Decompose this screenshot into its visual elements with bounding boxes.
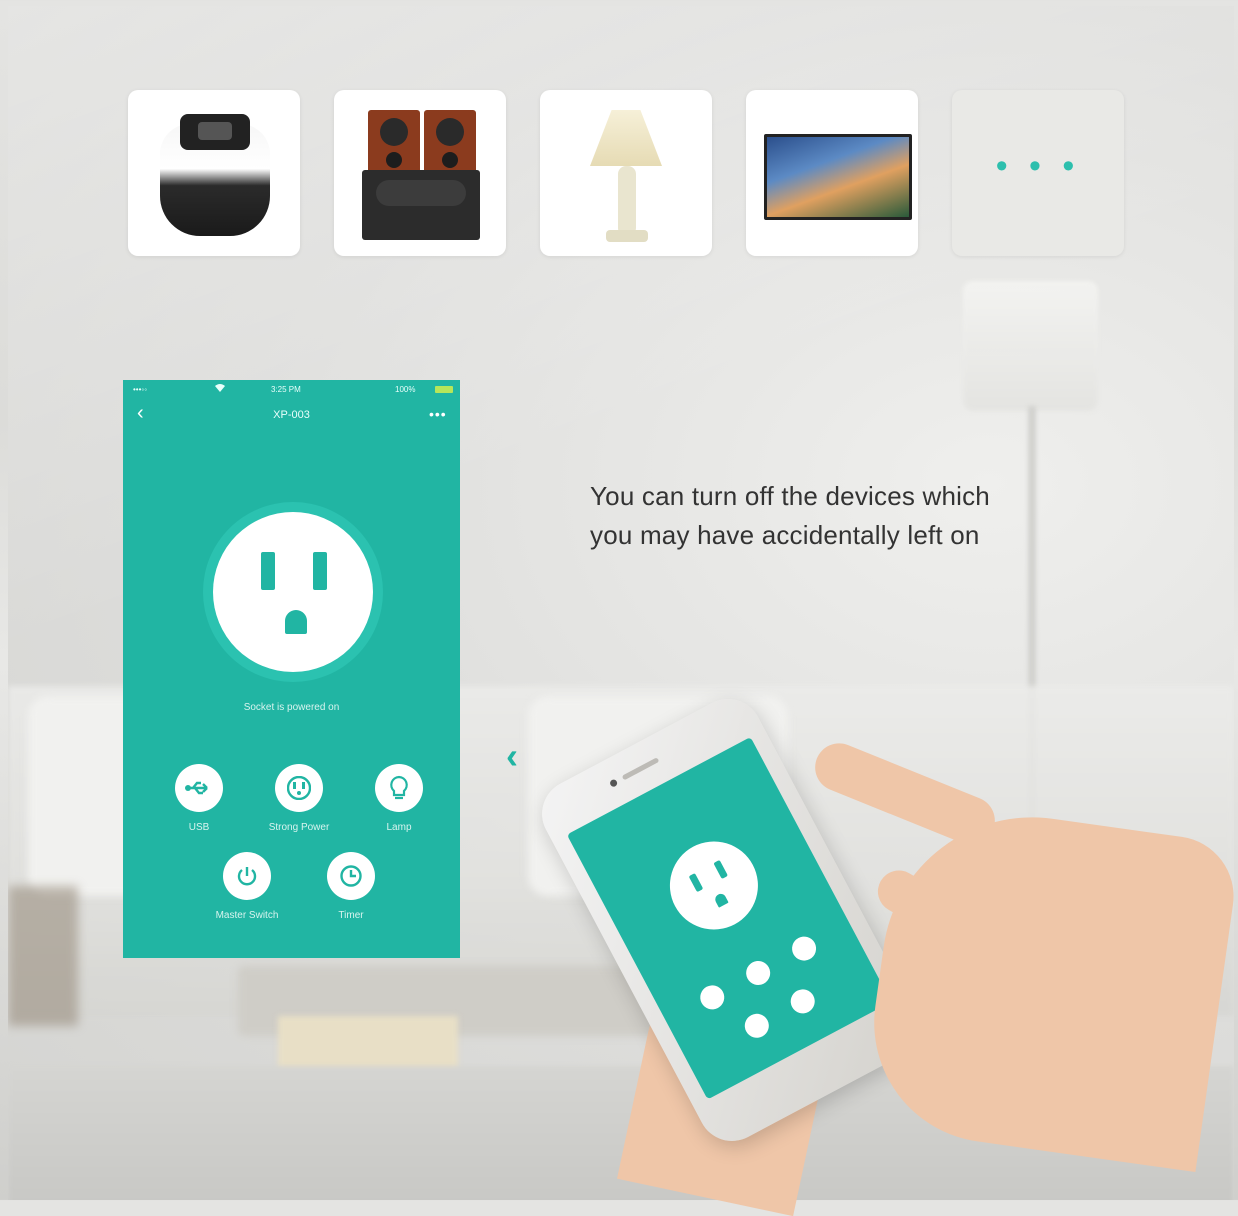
socket-status-text: Socket is powered on (243, 702, 340, 713)
outlet-slot-icon (688, 873, 704, 893)
product-tiles: • • • (128, 90, 1124, 256)
control-label: Lamp (386, 822, 412, 833)
control-label: Strong Power (268, 822, 330, 833)
signal-icon: •••◦◦ (133, 385, 148, 394)
status-time: 3:25 PM (271, 385, 301, 394)
lamp-shade-image (590, 110, 662, 166)
tile-rice-cooker[interactable] (128, 90, 300, 256)
battery-percent: 100% (395, 385, 416, 394)
floor-lamp-shade (963, 281, 1098, 411)
tile-more[interactable]: • • • (952, 90, 1124, 256)
headline-line-1: You can turn off the devices which (590, 481, 990, 511)
wifi-icon (215, 384, 225, 394)
control-label: USB (188, 822, 210, 833)
status-bar: •••◦◦ 3:25 PM 100% (123, 380, 460, 400)
shelf (8, 886, 78, 1026)
clock-icon (327, 852, 375, 900)
speaker-image (368, 110, 420, 176)
control-master-switch[interactable]: Master Switch (207, 852, 287, 921)
speaker-image (424, 110, 476, 176)
phone-button-icon (786, 985, 819, 1018)
control-label: Master Switch (215, 910, 279, 921)
tile-tv[interactable] (746, 90, 918, 256)
lamp-base-image (618, 166, 636, 236)
outlet-slot-icon (261, 552, 275, 590)
power-icon (223, 852, 271, 900)
control-strong-power[interactable]: Strong Power (259, 764, 339, 833)
tile-speakers[interactable] (334, 90, 506, 256)
outlet-ground-icon (713, 891, 729, 908)
tile-lamp[interactable] (540, 90, 712, 256)
phone-outlet-icon (654, 826, 774, 946)
phone-button-icon (787, 932, 821, 965)
amplifier-image (362, 170, 480, 240)
more-dots-icon: • • • (995, 147, 1081, 185)
control-label: Timer (338, 910, 364, 921)
phone-button-icon (740, 1009, 774, 1043)
device-title: XP-003 (273, 409, 310, 421)
tv-image (764, 134, 912, 220)
chevron-left-icon: ‹ (506, 735, 518, 776)
control-usb[interactable]: USB (159, 764, 239, 833)
outlet-ground-icon (285, 610, 307, 634)
rice-cooker-lid (180, 114, 250, 150)
phone-speaker (621, 757, 660, 781)
outlet-icon (275, 764, 323, 812)
phone-camera (608, 778, 619, 788)
phone-button-icon (696, 981, 729, 1014)
control-timer[interactable]: Timer (311, 852, 391, 921)
phone-button-icon (741, 956, 775, 990)
headline: You can turn off the devices which you m… (590, 477, 1150, 555)
outlet-slot-icon (313, 552, 327, 590)
bulb-icon (375, 764, 423, 812)
app-screen: •••◦◦ 3:25 PM 100% ‹ XP-003 ••• Socket i… (123, 380, 460, 958)
control-lamp[interactable]: Lamp (359, 764, 439, 833)
outlet-slot-icon (713, 859, 728, 880)
headline-line-2: you may have accidentally left on (590, 520, 980, 550)
more-menu-button[interactable]: ••• (429, 406, 447, 422)
usb-icon (175, 764, 223, 812)
battery-icon (435, 386, 453, 393)
outlet-power-toggle[interactable] (213, 512, 373, 672)
lamp-foot-image (606, 230, 648, 242)
